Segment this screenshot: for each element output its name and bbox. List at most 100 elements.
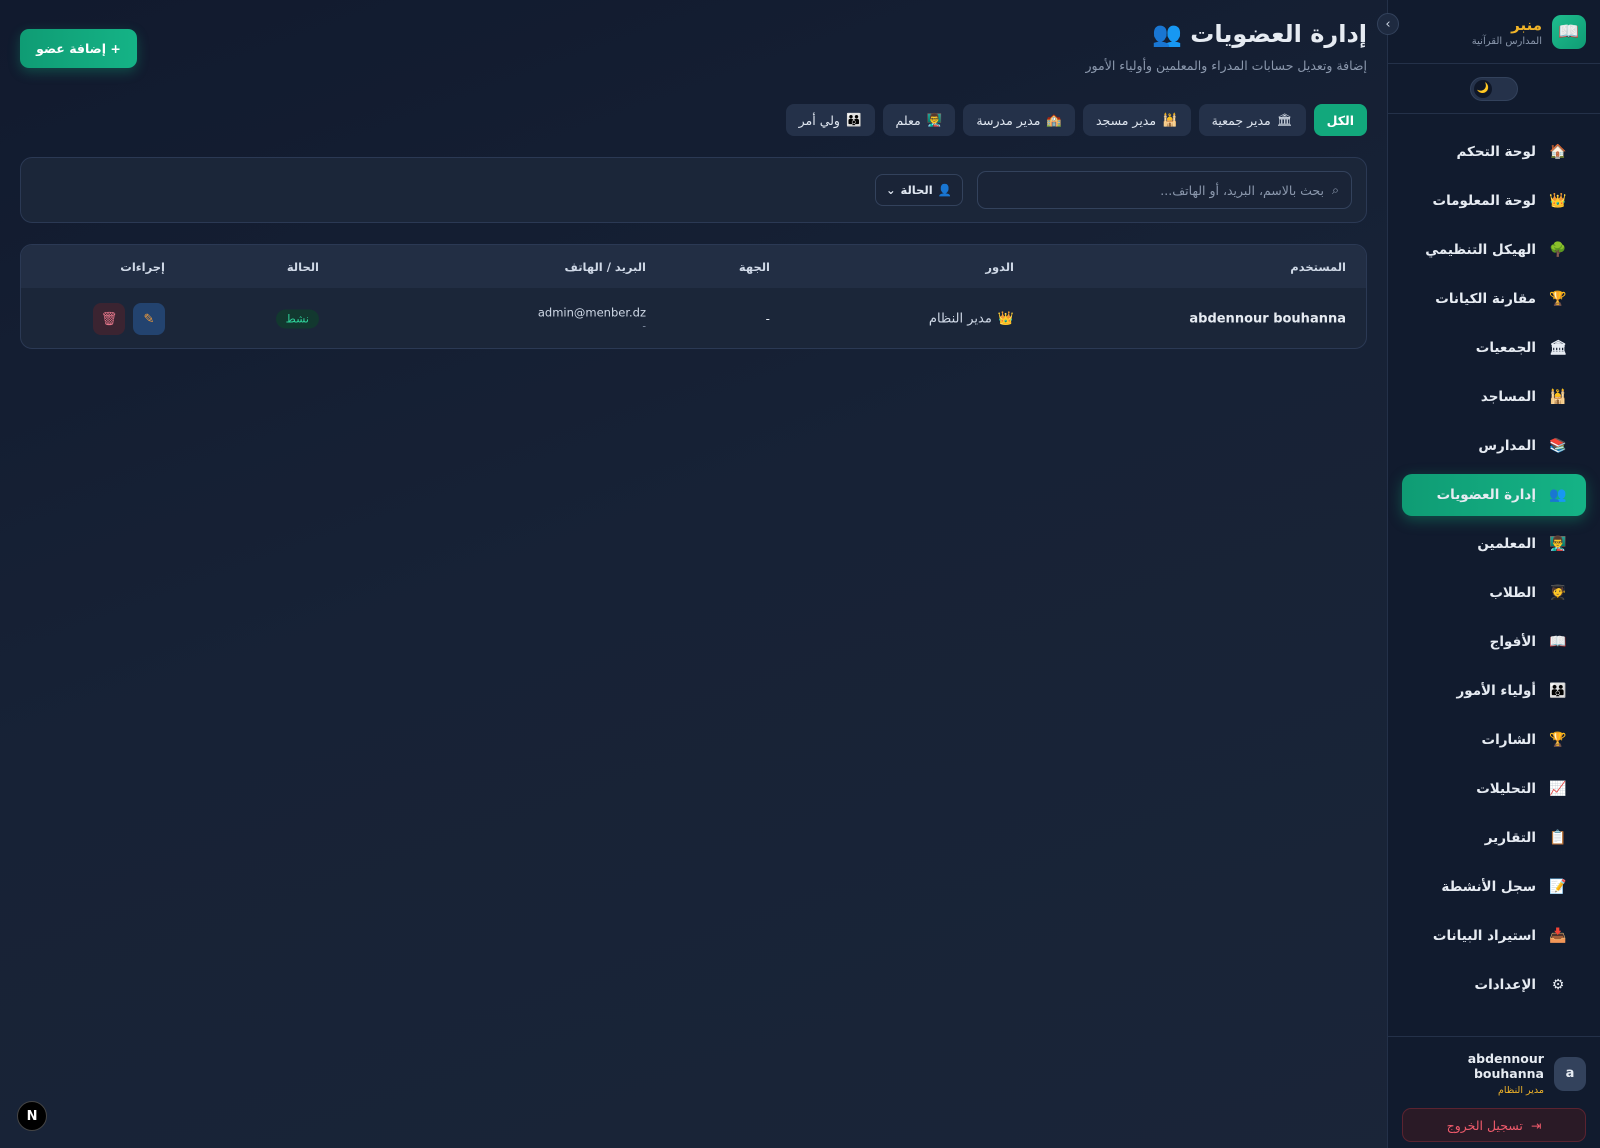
- tree-icon: 🌳: [1549, 242, 1567, 258]
- theme-toggle[interactable]: 🌙: [1470, 76, 1518, 101]
- sidebar-item-label: أولياء الأمور: [1456, 683, 1536, 699]
- brand: 📖 منبر المدارس القرآنية: [1388, 0, 1600, 64]
- theme-row: 🌙: [1388, 64, 1600, 114]
- header-contact: البريد / الهاتف: [564, 259, 646, 274]
- sidebar-item-label: سجل الأنشطة: [1441, 879, 1536, 895]
- members-table: المستخدم الدور الجهة البريد / الهاتف الح…: [20, 244, 1367, 349]
- sidebar-item-badges[interactable]: 🏆 الشارات: [1402, 719, 1586, 761]
- row-role-label: مدير النظام: [928, 311, 992, 327]
- role-tabs: الكل 🏛 مدير جمعية 🕌 مدير مسجد 🏫 مدير مدرسة …: [785, 104, 1367, 136]
- sidebar-item-memberships[interactable]: 👥 إدارة العضويات: [1402, 474, 1586, 516]
- table-row[interactable]: abdennour bouhanna 👑 مدير النظام - admin…: [21, 288, 1366, 348]
- sidebar-item-label: المدارس: [1478, 438, 1536, 454]
- sidebar-item-label: الهيكل التنظيمي: [1425, 242, 1536, 258]
- sidebar-item-dashboard[interactable]: 🏠 لوحة التحكم: [1402, 131, 1586, 173]
- search-icon: ⌕: [1331, 182, 1339, 197]
- tab-all[interactable]: الكل: [1313, 104, 1367, 136]
- sidebar-item-settings[interactable]: ⚙ الإعدادات: [1402, 964, 1586, 1006]
- sidebar-item-teachers[interactable]: 👨‍🏫 المعلمين: [1402, 523, 1586, 565]
- sidebar-item-org-structure[interactable]: 🌳 الهيكل التنظيمي: [1402, 229, 1586, 271]
- tab-school-manager[interactable]: 🏫 مدير مدرسة: [963, 104, 1075, 136]
- pencil-icon: ✎: [143, 311, 155, 327]
- teacher-icon: 👨‍🏫: [1549, 536, 1567, 552]
- edit-button[interactable]: ✎: [133, 303, 165, 335]
- sidebar-item-mosques[interactable]: 🕌 المساجد: [1402, 376, 1586, 418]
- tab-label: معلم: [895, 112, 921, 128]
- search-input[interactable]: ⌕ بحث بالاسم، البريد، أو الهاتف...: [977, 171, 1352, 209]
- teacher-icon: 👨‍🏫: [926, 112, 943, 127]
- mosque-icon: 🕌: [1162, 112, 1178, 127]
- dev-tools-badge[interactable]: N: [17, 1101, 47, 1131]
- user-name: abdennour bouhanna: [1467, 1051, 1544, 1081]
- trash-icon: 🗑: [100, 311, 118, 327]
- trophy-icon: 🏆: [1549, 291, 1567, 307]
- user-box: a abdennour bouhanna مدير النظام ⇥ تسجيل…: [1388, 1036, 1600, 1148]
- page-subtitle: إضافة وتعديل حسابات المدراء والمعلمين وأ…: [1085, 58, 1368, 73]
- sidebar-item-label: لوحة المعلومات: [1432, 193, 1537, 209]
- chart-icon: 📈: [1549, 781, 1567, 797]
- school-icon: 🏫: [1046, 112, 1062, 127]
- users-icon: 👥: [1549, 487, 1567, 503]
- sidebar-item-info-board[interactable]: 👑 لوحة المعلومات: [1402, 180, 1586, 222]
- gear-icon: ⚙: [1551, 977, 1565, 993]
- sidebar-item-label: الشارات: [1481, 732, 1536, 748]
- open-book-icon: 📖: [1549, 634, 1567, 650]
- tab-label: مدير جمعية: [1211, 112, 1271, 128]
- brand-subtitle: المدارس القرآنية: [1471, 36, 1542, 47]
- sidebar-item-label: التقارير: [1484, 830, 1536, 846]
- sidebar-item-associations[interactable]: 🏛 الجمعيات: [1402, 327, 1586, 369]
- sidebar-item-reports[interactable]: 📋 التقارير: [1402, 817, 1586, 859]
- sidebar-item-label: إدارة العضويات: [1436, 487, 1536, 503]
- sidebar-item-entity-compare[interactable]: 🏆 مقارنة الكيانات: [1402, 278, 1586, 320]
- book-icon: 📖: [1552, 14, 1586, 49]
- page-header: إدارة العضويات 👥 إضافة وتعديل حسابات الم…: [1086, 20, 1368, 73]
- tab-mosque-manager[interactable]: 🕌 مدير مسجد: [1082, 104, 1191, 136]
- users-icon: 👥: [1152, 20, 1183, 48]
- page-title: إدارة العضويات: [1190, 20, 1367, 48]
- user-check-icon: 👤: [937, 183, 952, 197]
- sidebar-item-label: المعلمين: [1477, 536, 1536, 552]
- sidebar-item-activity-log[interactable]: 📝 سجل الأنشطة: [1402, 866, 1586, 908]
- status-filter-label: الحالة: [900, 183, 933, 197]
- inbox-icon: 📥: [1549, 928, 1567, 944]
- tab-association-manager[interactable]: 🏛 مدير جمعية: [1198, 104, 1306, 136]
- student-icon: 🧑‍🎓: [1549, 585, 1567, 601]
- header-user: المستخدم: [1290, 259, 1346, 274]
- crown-icon: 👑: [1549, 193, 1567, 209]
- sidebar-item-students[interactable]: 🧑‍🎓 الطلاب: [1402, 572, 1586, 614]
- crown-icon: 👑: [997, 311, 1014, 327]
- header-actions: إجراءات: [120, 259, 165, 274]
- table-header: المستخدم الدور الجهة البريد / الهاتف الح…: [21, 245, 1366, 288]
- sidebar-item-label: مقارنة الكيانات: [1435, 291, 1536, 307]
- sidebar-item-guardians[interactable]: 👪 أولياء الأمور: [1402, 670, 1586, 712]
- row-entity: -: [765, 312, 770, 326]
- row-email: admin@menber.dz: [537, 305, 646, 320]
- sidebar-item-label: الجمعيات: [1475, 340, 1536, 356]
- search-placeholder: بحث بالاسم، البريد، أو الهاتف...: [1160, 182, 1324, 198]
- tab-label: الكل: [1326, 112, 1354, 128]
- sidebar-item-data-import[interactable]: 📥 استيراد البيانات: [1402, 915, 1586, 957]
- row-user-name: abdennour bouhanna: [1189, 311, 1346, 327]
- tab-label: مدير مدرسة: [976, 112, 1041, 128]
- delete-button[interactable]: 🗑: [93, 303, 125, 335]
- sidebar-item-label: الأفواج: [1489, 634, 1536, 650]
- row-contact: admin@menber.dz -: [538, 306, 646, 333]
- sidebar-item-analytics[interactable]: 📈 التحليلات: [1402, 768, 1586, 810]
- row-status: نشط: [275, 309, 319, 329]
- status-filter-select[interactable]: 👤 الحالة ⌄: [875, 174, 963, 206]
- sidebar-item-label: استيراد البيانات: [1432, 928, 1536, 944]
- moon-icon: 🌙: [1474, 79, 1492, 98]
- mosque-icon: 🕌: [1549, 389, 1567, 405]
- header-entity: الجهة: [738, 259, 770, 274]
- sidebar-item-schools[interactable]: 📚 المدارس: [1402, 425, 1586, 467]
- logout-label: تسجيل الخروج: [1446, 1117, 1523, 1133]
- tab-label: مدير مسجد: [1095, 112, 1157, 128]
- avatar[interactable]: a: [1553, 1056, 1586, 1091]
- tab-teacher[interactable]: 👨‍🏫 معلم: [882, 104, 956, 136]
- sidebar-item-label: الطلاب: [1489, 585, 1536, 601]
- sidebar-item-groups[interactable]: 📖 الأفواج: [1402, 621, 1586, 663]
- add-member-button[interactable]: + إضافة عضو: [20, 29, 137, 68]
- logout-button[interactable]: ⇥ تسجيل الخروج: [1402, 1108, 1586, 1142]
- tab-guardian[interactable]: 👪 ولي أمر: [785, 104, 875, 136]
- family-icon: 👪: [1549, 683, 1567, 699]
